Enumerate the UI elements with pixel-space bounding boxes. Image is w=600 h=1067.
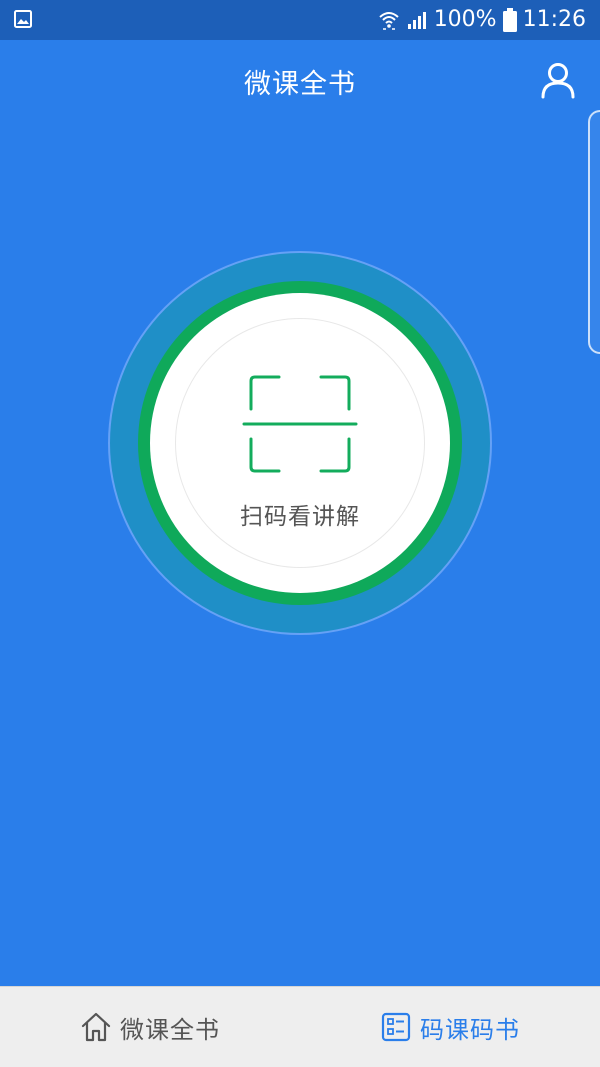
- status-bar: 100% 11:26: [0, 0, 600, 40]
- nav-label-make-mashu: 码课码书: [420, 1015, 520, 1044]
- app-header: 微课全书: [0, 40, 600, 122]
- user-icon[interactable]: [538, 60, 578, 100]
- clock: 11:26: [522, 7, 586, 32]
- edge-panel-handle[interactable]: [588, 110, 600, 354]
- page-title: 微课全书: [244, 69, 356, 100]
- scan-frame-icon: [242, 375, 358, 473]
- battery-percent: 100%: [433, 7, 497, 32]
- nav-label-weike-quanshu: 微课全书: [120, 1015, 220, 1044]
- scan-widget: 扫码看讲解: [110, 253, 490, 633]
- home-icon: [81, 1012, 111, 1042]
- signal-icon: [407, 12, 426, 29]
- nav-item-weike-quanshu[interactable]: 微课全书: [0, 987, 300, 1067]
- status-right: 100% 11:26: [378, 0, 586, 40]
- bottom-nav: 微课全书 码课码书: [0, 986, 600, 1067]
- checklist-icon: [381, 1012, 411, 1042]
- nav-item-make-mashu[interactable]: 码课码书: [300, 987, 600, 1067]
- wifi-icon: [379, 12, 399, 30]
- gallery-icon: [14, 10, 32, 28]
- battery-icon: [502, 8, 517, 32]
- scan-label: 扫码看讲解: [240, 504, 360, 530]
- app-screen: 100% 11:26 微课全书 扫码看讲解 微课全书 码课码书: [0, 0, 600, 1067]
